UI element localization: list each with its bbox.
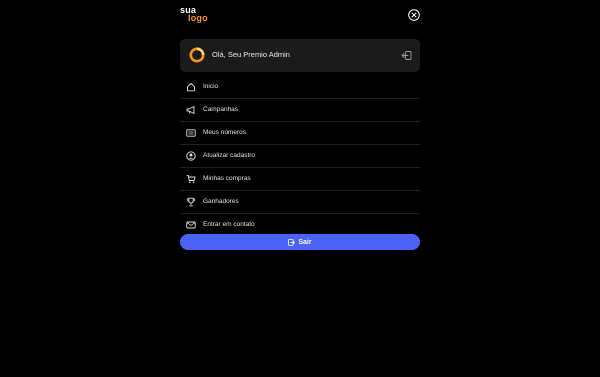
menu-panel: sua logo Olá, Seu Premio Admin Inicio Ca… (180, 0, 420, 377)
megaphone-icon (186, 105, 196, 115)
menu-item-label: Atualizar cadastro (203, 152, 256, 159)
avatar (189, 47, 205, 63)
user-card: Olá, Seu Premio Admin (180, 39, 420, 72)
menu-item-label: Inicio (203, 83, 219, 90)
logout-icon[interactable] (401, 50, 412, 61)
menu-item-entrar-em-contato[interactable]: Entrar em contato (180, 214, 420, 236)
list-icon (186, 128, 196, 138)
home-icon (186, 82, 196, 92)
menu-item-label: Campanhas (203, 106, 239, 113)
menu-item-atualizar-cadastro[interactable]: Atualizar cadastro (180, 145, 420, 168)
menu-item-label: Meus números (203, 129, 246, 136)
close-icon[interactable] (408, 9, 420, 21)
menu-item-ganhadores[interactable]: Ganhadores (180, 191, 420, 214)
logo-line-2: logo (188, 13, 208, 23)
menu-item-label: Entrar em contato (203, 221, 255, 228)
nav-menu: Inicio Campanhas Meus números Atualizar … (180, 76, 420, 236)
menu-item-inicio[interactable]: Inicio (180, 76, 420, 99)
logout-button-icon (288, 238, 296, 246)
logo[interactable]: sua logo (180, 6, 214, 26)
menu-item-campanhas[interactable]: Campanhas (180, 99, 420, 122)
mail-icon (186, 220, 196, 230)
logout-button[interactable]: Sair (180, 234, 420, 250)
menu-item-meus-numeros[interactable]: Meus números (180, 122, 420, 145)
menu-item-minhas-compras[interactable]: Minhas compras (180, 168, 420, 191)
menu-item-label: Ganhadores (203, 198, 239, 205)
user-circle-icon (186, 151, 196, 161)
user-greeting: Olá, Seu Premio Admin (212, 50, 290, 59)
menu-item-label: Minhas compras (203, 175, 251, 182)
cart-icon (186, 174, 196, 184)
trophy-icon (186, 197, 196, 207)
logout-button-label: Sair (298, 238, 312, 246)
